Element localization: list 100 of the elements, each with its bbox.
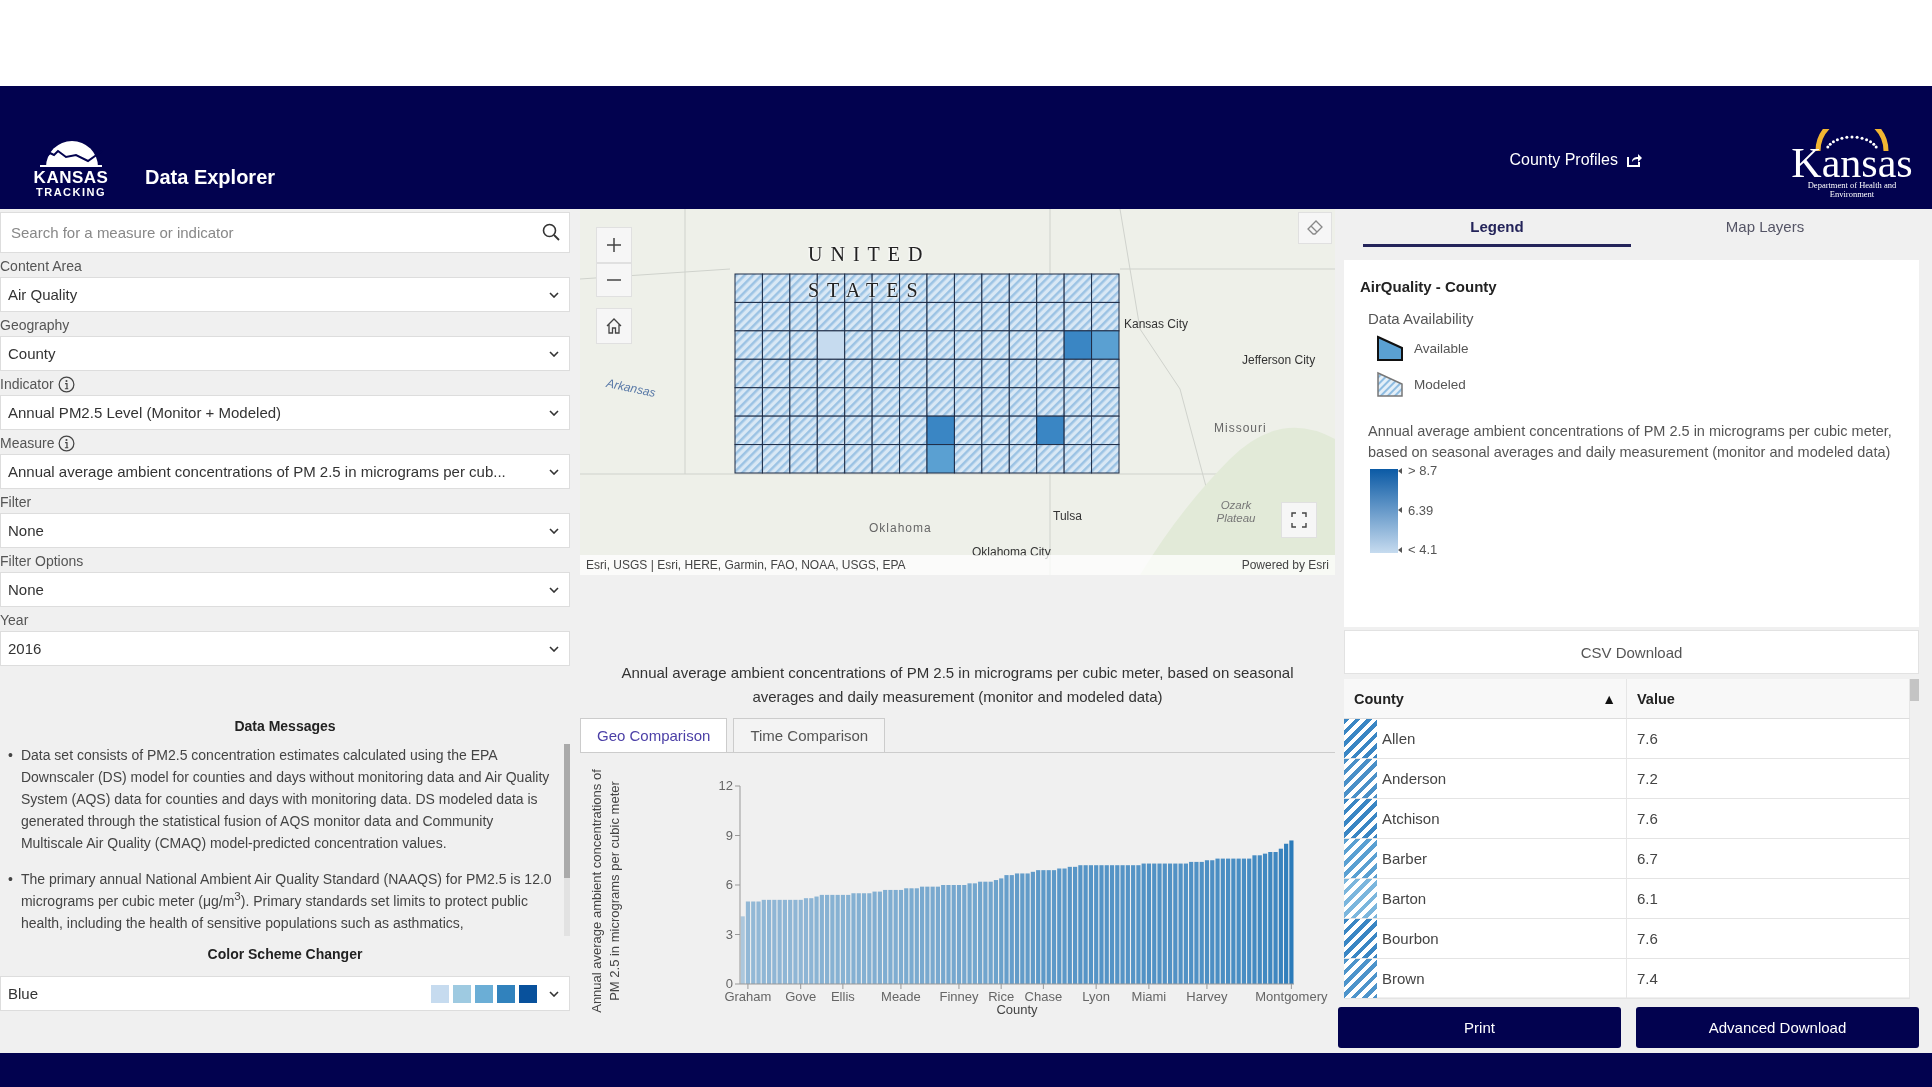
bar [788, 899, 793, 984]
dropdown[interactable]: None [0, 513, 570, 548]
bar [872, 891, 877, 984]
solid-polygon-icon [1376, 335, 1404, 361]
bar [956, 885, 962, 984]
axis-tick-label: Finney [939, 989, 979, 1004]
field-label: Content Area [0, 257, 82, 275]
chevron-down-icon [549, 645, 559, 652]
bar [782, 899, 787, 984]
x-axis-title: County [996, 1002, 1038, 1017]
axis-tick-label: 0 [725, 976, 733, 991]
bar [772, 899, 777, 984]
zoom-in-button[interactable] [596, 227, 632, 263]
bar [777, 899, 782, 984]
column-header[interactable]: County ▲ [1344, 679, 1627, 719]
search-icon[interactable] [542, 223, 560, 241]
bar [925, 886, 930, 984]
agency-logo-subtitle: Department of Health and Environment [1807, 181, 1897, 199]
table-cell: Barton [1382, 890, 1427, 907]
bar [1088, 865, 1094, 984]
section-title: Data Messages [233, 718, 337, 734]
bar [1109, 865, 1115, 984]
external-link-icon [1626, 152, 1642, 168]
bullet-marker: • [8, 870, 13, 889]
county-choropleth-drawing[interactable] [734, 273, 1120, 474]
info-icon[interactable] [57, 375, 75, 393]
bar [851, 893, 856, 984]
section-title: Color Scheme Changer [206, 946, 364, 962]
bar [941, 885, 946, 984]
action-button[interactable]: Advanced Download [1636, 1007, 1919, 1048]
chart-tab[interactable]: Time Comparison [733, 718, 886, 752]
table-cell: Bourbon [1382, 930, 1439, 947]
layer-title: AirQuality - County [1360, 278, 1498, 295]
field-label: Geography [0, 316, 70, 334]
bar [819, 894, 824, 984]
bar [988, 881, 993, 984]
scrollbar[interactable] [564, 744, 570, 936]
message-text: The primary annual National Ambient Air Quality Standard (NAAQS) for PM2.5 is 12.0 micrograms per cubic meter (μg/m$^{3}$). Primary standards set limits to protect public health, including the health of sensitive populations such as asthmatics, [20, 870, 553, 933]
bar [914, 888, 919, 984]
chevron-down-icon [549, 527, 559, 534]
map-label: Oklahoma City [972, 545, 1051, 559]
panel-tab[interactable]: Map Layers [1631, 209, 1899, 247]
bar [978, 881, 983, 984]
legend-label: Available [1414, 340, 1469, 356]
axis-tick-label: Gove [785, 989, 817, 1004]
info-icon[interactable] [58, 434, 76, 452]
axis-tick-label: Montgomery [1255, 989, 1328, 1004]
bar [898, 889, 904, 984]
axis-tick-label: Chase [1024, 989, 1063, 1004]
dropdown[interactable]: Air Quality [0, 277, 570, 312]
panel-tab[interactable]: Legend [1363, 209, 1631, 247]
dropdown[interactable]: Annual PM2.5 Level (Monitor + Modeled) [0, 395, 570, 430]
legend-subtitle: Data Availability [1368, 310, 1475, 327]
chevron-down-icon [549, 409, 559, 416]
column-header[interactable]: Value [1627, 679, 1910, 719]
axis-tick-label: Graham [724, 989, 772, 1004]
table-cell: 7.6 [1637, 930, 1658, 947]
table-cell: Allen [1382, 730, 1416, 747]
bar [798, 899, 803, 984]
axis-tick-label: Meade [881, 989, 921, 1004]
bar [904, 888, 909, 984]
logo-text: KANSAS [33, 169, 109, 186]
bar [1262, 853, 1268, 984]
bar [793, 899, 798, 984]
axis-tick-label: 9 [725, 827, 733, 843]
eraser-icon [1307, 220, 1323, 236]
table-cell: 7.4 [1637, 970, 1658, 987]
zoom-out-button[interactable] [596, 263, 632, 297]
bar [946, 885, 951, 984]
chart-tab[interactable]: Geo Comparison [580, 718, 728, 752]
field-label: Measure [0, 434, 55, 452]
bar [1241, 858, 1247, 984]
ramp-label: < 4.1 [1408, 542, 1438, 557]
bar [756, 901, 761, 984]
fullscreen-button[interactable] [1281, 502, 1317, 538]
ramp-label: 6.39 [1408, 502, 1434, 518]
fullscreen-icon [1291, 512, 1307, 528]
bar [740, 916, 745, 984]
bar [877, 891, 882, 984]
county-profiles-link[interactable]: County Profiles [1509, 151, 1642, 169]
home-button[interactable] [596, 308, 632, 344]
dropdown[interactable]: County [0, 336, 570, 371]
map-label: Kansas City [1124, 317, 1189, 331]
logo-text: TRACKING [35, 186, 107, 198]
table-cell: Atchison [1382, 810, 1440, 827]
action-button[interactable]: Print [1338, 1007, 1621, 1048]
csv-download-button[interactable]: CSV Download [1344, 630, 1919, 674]
color-scheme-dropdown[interactable]: Blue [0, 976, 570, 1011]
search-field[interactable]: Search for a measure or indicator [0, 212, 570, 253]
dropdown[interactable]: 2016 [0, 631, 570, 666]
dropdown[interactable]: Annual average ambient concentrations of PM 2.5 in micrograms per cub... [0, 454, 570, 489]
bar [893, 889, 898, 984]
dropdown[interactable]: None [0, 572, 570, 607]
bar [888, 889, 893, 984]
eraser-button[interactable] [1298, 212, 1332, 244]
bar [814, 896, 819, 984]
axis-tick-label: 6 [725, 877, 733, 892]
axis-tick-label: Harvey [1186, 989, 1228, 1004]
minus-icon [607, 279, 621, 281]
bar [867, 893, 872, 984]
